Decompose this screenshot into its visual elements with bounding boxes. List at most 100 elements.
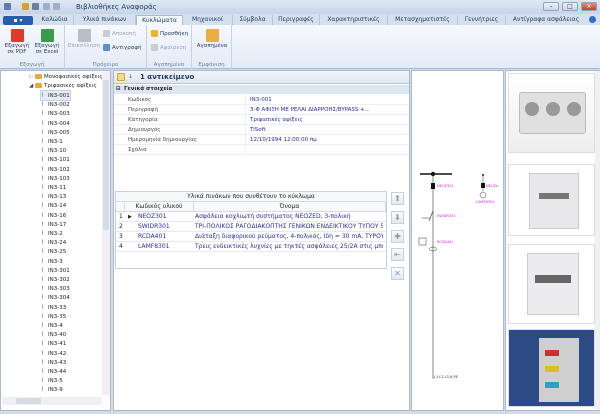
property-row[interactable]: Ημερομηνία δημιουργίας 12/10/1994 12:00:0… (114, 135, 409, 145)
tree-item[interactable]: ⌇ IN3-24 (41, 238, 66, 247)
star-remove-icon (151, 44, 158, 51)
export-excel-button[interactable]: Εξαγωγή σε Excel (33, 27, 61, 55)
cut-button[interactable]: Αποκοπή (103, 30, 136, 37)
property-value[interactable]: Τριφασικές αφίξεις (250, 115, 405, 125)
property-value[interactable]: IN3-001 (250, 95, 405, 105)
tab-generators[interactable]: Γεννήτριες (458, 15, 506, 25)
circuit-icon: ⌇ (41, 193, 44, 201)
tab-circuits[interactable]: Κυκλώματα (136, 15, 183, 25)
row-number: 1 (119, 213, 123, 220)
tree-item[interactable]: ⌇ IN3-13 (41, 192, 66, 201)
tab-panel-materials[interactable]: Υλικά πινάκων (74, 15, 136, 25)
undo-icon[interactable] (43, 3, 50, 10)
tree-item[interactable]: ⌇ IN3-5 (41, 376, 63, 385)
delete-row-button[interactable]: ✕ (391, 267, 404, 280)
property-value[interactable]: TiSoft (250, 125, 405, 135)
tree-item[interactable]: ⌇ IN3-005 (41, 128, 70, 137)
tab-characteristics[interactable]: Χαρακτηριστικές (320, 15, 388, 25)
tree-item[interactable]: ⌇ IN3-17 (41, 220, 66, 229)
property-row[interactable]: Σχόλια (114, 145, 409, 155)
tree-item[interactable]: ⌇ IN3-304 (41, 293, 70, 302)
tree-item[interactable]: ⌇ IN3-101 (41, 155, 70, 164)
add-row-button[interactable]: ✚ (391, 230, 404, 243)
photos-scrollbar[interactable] (595, 71, 600, 410)
tree-vertical-scrollbar[interactable] (102, 72, 110, 395)
tree-item[interactable]: ⌇ IN3-40 (41, 330, 66, 339)
property-key: Κατηγορία (128, 117, 158, 123)
redo-icon[interactable] (53, 3, 60, 10)
close-button[interactable]: ✕ (581, 2, 597, 11)
property-row[interactable]: Περιγραφή 3-Φ ΑΦΙΞΗ ΜΕ ΡΕΛΑΙ ΔΙΑΡΡΟΗΣ/BYP… (114, 105, 409, 115)
tree-item[interactable]: ⌇ IN3-001 (40, 90, 71, 101)
sort-az-icon[interactable]: ↓ (128, 73, 133, 80)
property-group[interactable]: ⊟ Γενικά στοιχεία (114, 85, 409, 94)
grid-caption: Υλικά πινάκων που συνθέτουν το κύκλωμα (116, 192, 386, 202)
property-row[interactable]: Κωδικός IN3-001 (114, 95, 409, 105)
help-icon[interactable] (589, 16, 596, 23)
diagram-label-fuse: NEOZ301 (437, 184, 454, 188)
tree-item[interactable]: ⌇ IN3-103 (41, 174, 70, 183)
tab-symbols[interactable]: Σύμβολα (233, 15, 273, 25)
minimize-button[interactable]: – (543, 2, 559, 11)
tree-item[interactable]: ⌇ IN3-102 (41, 165, 70, 174)
tab-descriptions[interactable]: Περιγραφές (273, 15, 320, 25)
tree-item[interactable]: ⌇ IN3-11 (41, 183, 66, 192)
copy-button[interactable]: Αντιγραφή (103, 44, 142, 51)
column-header-code[interactable]: Κωδικός υλικού (125, 202, 194, 212)
tree-item[interactable]: ⌇ IN3-10 (41, 146, 66, 155)
column-header-name[interactable]: Όνομα (194, 202, 386, 212)
table-row[interactable]: 1 ▶ NEOZ301 Ασφάλεια κοχλιωτή συστήματος NE… (116, 212, 386, 222)
maximize-button[interactable]: □ (562, 2, 578, 11)
tree-item[interactable]: ⌇ IN3-9 (41, 385, 63, 394)
tree-item[interactable]: ⌇ IN3-44 (41, 367, 66, 376)
tree-horizontal-scrollbar[interactable] (2, 397, 102, 405)
tree-item[interactable]: ⌇ IN3-41 (41, 339, 66, 348)
tree-item[interactable]: ⌇ IN3-003 (41, 109, 70, 118)
app-menu-icon[interactable] (4, 3, 11, 10)
tree-item[interactable]: ⌇ IN3-33 (41, 303, 66, 312)
property-value[interactable]: 12/10/1994 12:00:00 πμ (250, 135, 405, 145)
add-favorite-button[interactable]: Προσθήκη (151, 30, 188, 37)
tree-item[interactable]: ⌇ IN3-42 (41, 349, 66, 358)
tree-item[interactable]: ⌇ IN3-1 (41, 137, 63, 146)
tree-item[interactable]: ⌇ IN3-4 (41, 321, 63, 330)
circuit-icon: ⌇ (41, 174, 44, 182)
tree-item[interactable]: ⌇ IN3-16 (41, 211, 66, 220)
paste-button[interactable]: Επικόλληση (67, 27, 101, 49)
favorites-view-button[interactable]: Αγαπημένα (195, 27, 229, 49)
save-icon[interactable] (32, 3, 39, 10)
tab-engineers[interactable]: Μηχανικοί (183, 15, 233, 25)
tree-item[interactable]: ⌇ IN3-2 (41, 229, 63, 238)
tab-cables[interactable]: Καλώδια (36, 15, 74, 25)
insert-row-button[interactable]: ⇤ (391, 248, 404, 261)
tab-backups[interactable]: Αντίγραφα ασφάλειας (506, 15, 586, 25)
tree-item[interactable]: ⌇ IN3-43 (41, 358, 66, 367)
wrench-icon[interactable] (22, 3, 29, 10)
tree-item[interactable]: ⌇ IN3-302 (41, 275, 70, 284)
tree-item[interactable]: ⌇ IN3-25 (41, 247, 66, 256)
tree-folder-three-phase[interactable]: ◢ Τριφασικές αφίξεις (29, 82, 97, 91)
table-row[interactable]: 4 LAMF8301 Τρεις ενδεικτικές λυχνίες με τη… (116, 242, 386, 252)
property-row[interactable]: Κατηγορία Τριφασικές αφίξεις (114, 115, 409, 125)
move-down-button[interactable]: ⬇ (391, 211, 404, 224)
switch-symbol (422, 210, 434, 222)
tree-item[interactable]: ⌇ IN3-3 (41, 257, 63, 266)
tree-item[interactable]: ⌇ IN3-303 (41, 284, 70, 293)
tree-item[interactable]: ⌇ IN3-14 (41, 201, 66, 210)
tree-item[interactable]: ⌇ IN3-002 (41, 100, 70, 109)
remove-favorite-button[interactable]: Αφαίρεση (151, 44, 186, 51)
tree-item[interactable]: ⌇ IN3-35 (41, 312, 66, 321)
export-pdf-button[interactable]: Εξαγωγή σε PDF (3, 27, 31, 55)
categorized-icon[interactable] (117, 73, 125, 81)
file-menu-button[interactable]: ▪ ▾ (3, 16, 33, 25)
tree-folder-single-phase[interactable]: ▷ Μονοφασικές αφίξεις (29, 73, 103, 82)
property-row[interactable]: Δημιουργός TiSoft (114, 125, 409, 135)
tree-item[interactable]: ⌇ IN3-301 (41, 266, 70, 275)
property-value[interactable]: 3-Φ ΑΦΙΞΗ ΜΕ ΡΕΛΑΙ ΔΙΑΡΡΟΗΣ/BYPASS +... (250, 105, 405, 115)
tab-transformers[interactable]: Μετασχηματιστές (388, 15, 458, 25)
table-row[interactable]: 3 RCDA401 Διάταξη διαφορικού ρεύματος, 4-π… (116, 232, 386, 242)
table-row[interactable]: 2 SWIDR301 ΤΡΙ-ΠΟΛΙΚΟΣ ΡΑΓΟΔΙΑΚΟΠΤΗΣ ΓΕΝΙΚ… (116, 222, 386, 232)
tree-item[interactable]: ⌇ IN3-004 (41, 119, 70, 128)
tree-item-label: IN3-43 (48, 359, 67, 366)
move-up-button[interactable]: ⬆ (391, 192, 404, 205)
